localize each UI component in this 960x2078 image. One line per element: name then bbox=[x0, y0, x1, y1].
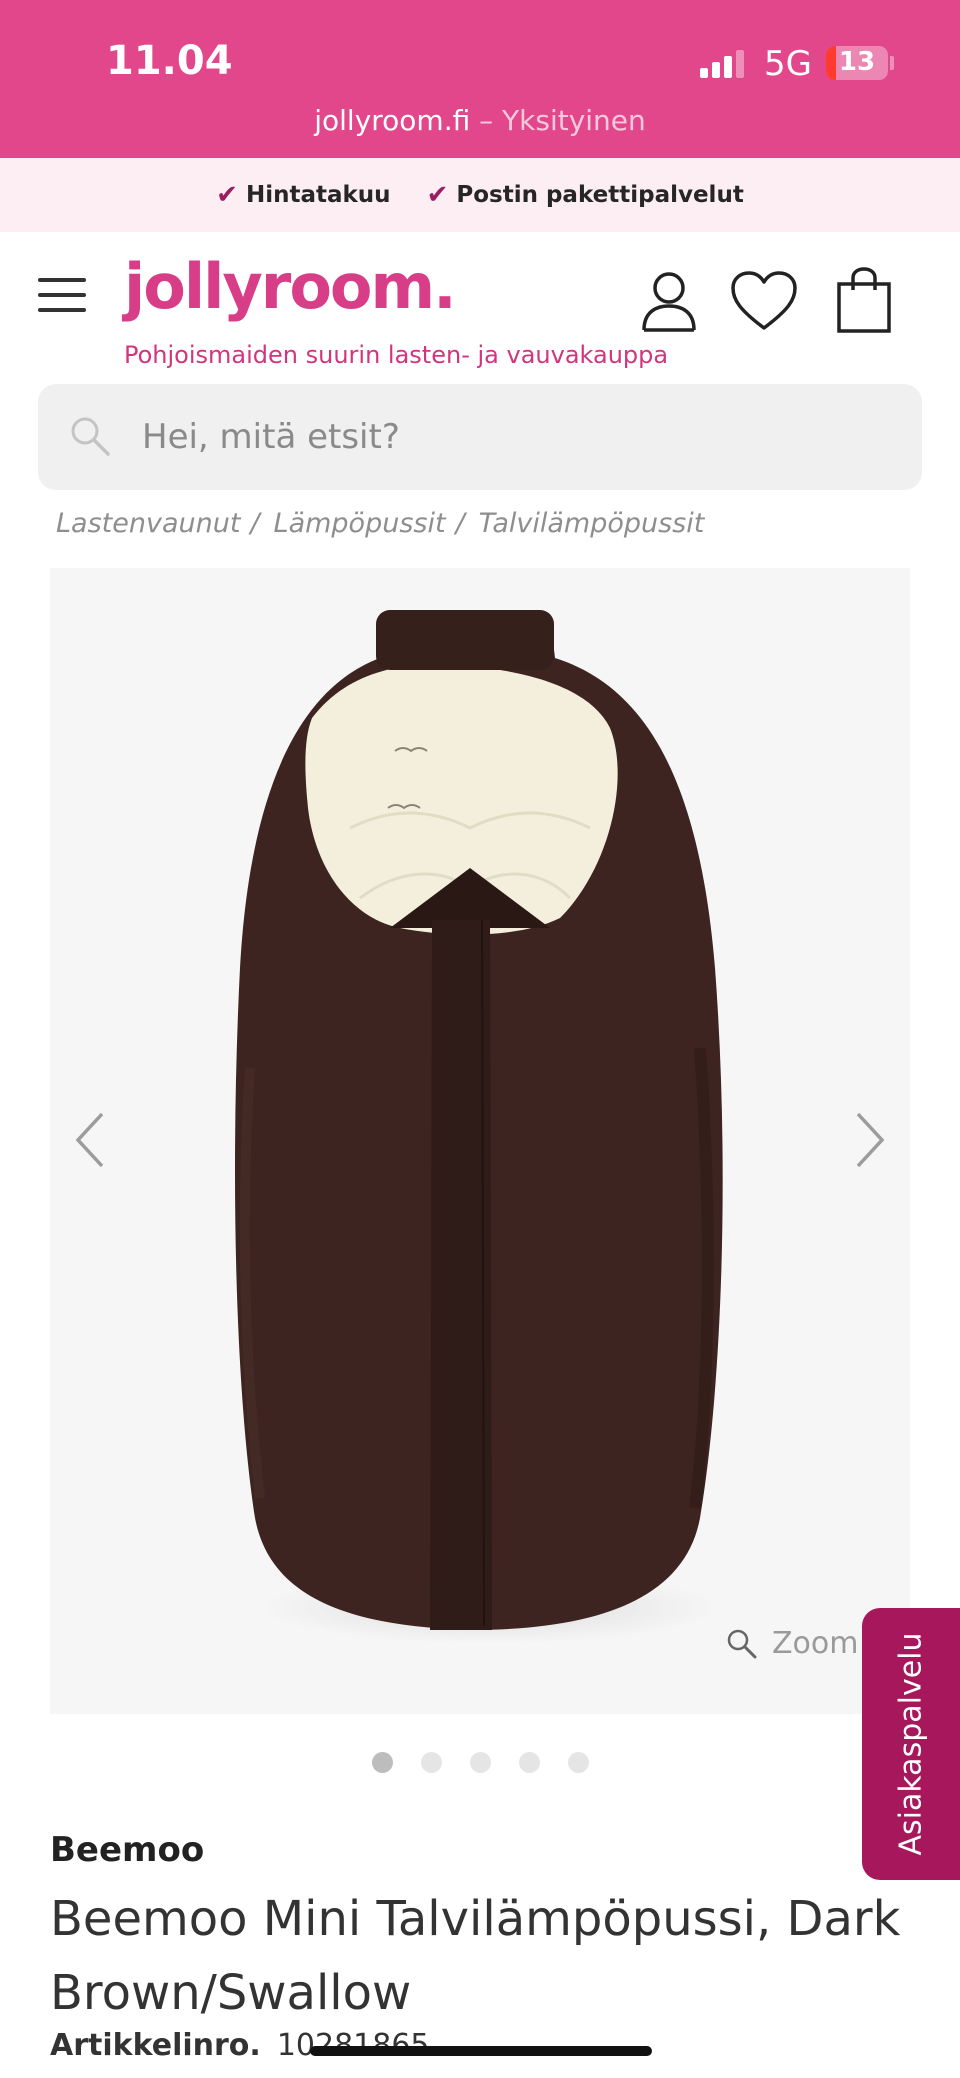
breadcrumb: Lastenvaunut / Lämpöpussit / Talvilämpöp… bbox=[56, 508, 704, 539]
prev-image-arrow[interactable] bbox=[70, 1108, 110, 1172]
shopping-bag-icon[interactable] bbox=[836, 266, 892, 334]
signal-icon bbox=[700, 48, 752, 78]
check-icon: ✔ bbox=[426, 180, 449, 210]
customer-service-label: Asiakaspalvelu bbox=[893, 1632, 929, 1856]
search-placeholder: Hei, mitä etsit? bbox=[142, 417, 400, 457]
url-bar[interactable]: jollyroom.fi – Yksityinen bbox=[0, 104, 960, 137]
usp-item: ✔ Postin pakettipalvelut bbox=[427, 180, 744, 210]
battery-level: 13 bbox=[838, 47, 876, 77]
product-brand[interactable]: Beemoo bbox=[50, 1830, 204, 1870]
magnifier-icon bbox=[727, 1629, 757, 1658]
breadcrumb-item-lastenvaunut[interactable]: Lastenvaunut bbox=[56, 508, 240, 539]
next-image-arrow[interactable] bbox=[850, 1108, 890, 1172]
breadcrumb-item-lampopussit[interactable]: Lämpöpussit bbox=[274, 508, 446, 539]
usp-bar: ✔ Hintatakuu ✔ Postin pakettipalvelut bbox=[0, 158, 960, 232]
network-type: 5G bbox=[764, 44, 812, 84]
tagline: Pohjoismaiden suurin lasten- ja vauvakau… bbox=[124, 341, 669, 369]
breadcrumb-separator: / bbox=[455, 508, 465, 539]
battery-icon: 13 bbox=[826, 46, 888, 80]
breadcrumb-separator: / bbox=[250, 508, 260, 539]
status-time: 11.04 bbox=[106, 38, 233, 84]
breadcrumb-item-talvilampopussit[interactable]: Talvilämpöpussit bbox=[479, 508, 705, 539]
gallery-dot[interactable] bbox=[469, 1752, 491, 1773]
gallery-dot[interactable] bbox=[518, 1752, 540, 1773]
private-mode-label: – Yksityinen bbox=[470, 104, 646, 137]
menu-icon[interactable] bbox=[38, 278, 88, 312]
product-image[interactable] bbox=[50, 568, 910, 1714]
usp-label: Hintatakuu bbox=[245, 182, 391, 208]
usp-label: Postin pakettipalvelut bbox=[456, 182, 744, 208]
logo[interactable]: jollyroom. bbox=[124, 250, 457, 323]
article-label: Artikkelinro. bbox=[50, 2028, 261, 2063]
gallery-dots bbox=[0, 1752, 960, 1773]
product-gallery[interactable]: Zoom bbox=[50, 568, 910, 1714]
account-icon[interactable] bbox=[640, 270, 698, 332]
gallery-dot[interactable] bbox=[420, 1752, 442, 1773]
usp-item: ✔ Hintatakuu bbox=[216, 180, 390, 210]
status-bar: 11.04 5G 13 jollyroom.fi – Yksityinen bbox=[0, 0, 960, 158]
heart-icon[interactable] bbox=[730, 270, 798, 332]
search-input[interactable]: Hei, mitä etsit? bbox=[38, 384, 922, 490]
search-icon bbox=[71, 417, 110, 456]
gallery-dot[interactable] bbox=[567, 1752, 589, 1773]
url-domain: jollyroom.fi bbox=[314, 104, 471, 137]
home-indicator[interactable] bbox=[310, 2046, 652, 2056]
page: 11.04 5G 13 jollyroom.fi – Yksityinen ✔ … bbox=[0, 0, 960, 2078]
customer-service-tab[interactable]: Asiakaspalvelu bbox=[862, 1608, 960, 1880]
zoom-button[interactable]: Zoom bbox=[726, 1626, 858, 1661]
product-title: Beemoo Mini Talvilämpöpussi, Dark Brown/… bbox=[50, 1891, 901, 2021]
check-icon: ✔ bbox=[216, 180, 238, 210]
gallery-dot[interactable] bbox=[371, 1752, 393, 1773]
zoom-label: Zoom bbox=[772, 1626, 859, 1661]
